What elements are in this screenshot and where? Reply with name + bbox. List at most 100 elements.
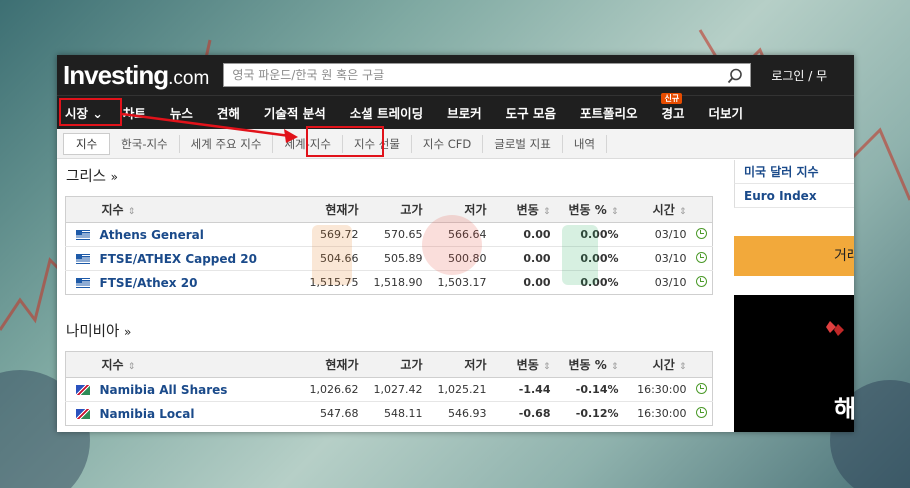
clock-icon — [695, 275, 707, 287]
cell-low: 566.64 — [426, 222, 491, 247]
greece-flag-icon — [75, 254, 90, 264]
raquo-glyph: » — [123, 325, 132, 339]
nav-item-alerts-label: 경고 — [661, 106, 685, 121]
index-name-link[interactable]: Namibia Local — [100, 407, 195, 421]
header-change[interactable]: 변동 ⇕ — [490, 351, 555, 378]
nav-item-portfolio[interactable]: 포트폴리오 — [568, 103, 650, 122]
cell-last: 547.68 — [320, 407, 359, 420]
index-name-link[interactable]: Athens General — [100, 228, 204, 242]
search-box[interactable] — [223, 63, 752, 87]
subnav-korea-indices[interactable]: 한국-지수 — [110, 134, 180, 153]
search-icon[interactable] — [726, 67, 744, 85]
header-high[interactable]: 고가 — [362, 351, 427, 378]
cell-last: 569.72 — [288, 222, 363, 247]
nav-item-more[interactable]: 더보기 — [697, 103, 756, 122]
namibia-flag-icon — [75, 409, 90, 419]
index-table-greece: 지수 ⇕ 현재가 고가 저가 변동 ⇕ 변동 % ⇕ 시간 ⇕ Athens G… — [65, 196, 713, 295]
header-high[interactable]: 고가 — [362, 196, 427, 223]
header-clock-cell — [690, 351, 713, 378]
header-change[interactable]: 변동 ⇕ — [490, 196, 555, 223]
subnav-global-indicators[interactable]: 글로벌 지표 — [483, 134, 563, 153]
login-link[interactable]: 로그인 / 무 — [771, 67, 827, 84]
section-title-namibia-text: 나미비아 — [66, 324, 120, 340]
table-row: Athens General 569.72 570.65 566.64 0.00… — [65, 222, 713, 247]
cell-high: 548.11 — [384, 407, 423, 420]
sidebar-link-euro-index[interactable]: Euro Index — [734, 184, 854, 208]
index-name-link[interactable]: Namibia All Shares — [100, 383, 228, 397]
cell-high: 1,518.90 — [373, 276, 423, 289]
header-last[interactable]: 현재가 — [288, 196, 363, 223]
clock-icon — [695, 382, 707, 394]
table-row: FTSE/ATHEX Capped 20 504.66 505.89 500.8… — [65, 246, 713, 271]
nav-item-broker[interactable]: 브로커 — [435, 103, 494, 122]
nav-item-technical-analysis[interactable]: 기술적 분석 — [252, 103, 338, 122]
subnav-indices[interactable]: 지수 — [63, 132, 111, 155]
header-low[interactable]: 저가 — [426, 196, 491, 223]
sort-icon[interactable]: ⇕ — [543, 207, 551, 217]
header-time[interactable]: 시간 ⇕ — [622, 351, 691, 378]
cell-change: 0.00 — [490, 222, 555, 247]
sort-icon[interactable]: ⇕ — [611, 362, 619, 372]
greece-flag-icon — [75, 278, 90, 288]
header-name[interactable]: 지수 ⇕ — [99, 196, 289, 223]
clock-icon — [695, 406, 707, 418]
search-input[interactable] — [232, 68, 723, 82]
cell-low: 1,503.17 — [437, 276, 487, 289]
subnav-major-world-indices[interactable]: 세계 주요 지수 — [180, 134, 274, 153]
section-title-greece[interactable]: 그리스 » — [66, 165, 118, 186]
nav-item-alerts[interactable]: 신규 경고 — [649, 93, 696, 122]
cell-last: 1,026.62 — [288, 377, 363, 402]
nav-item-social-trading[interactable]: 소셜 트레이딩 — [338, 103, 435, 122]
header-flag-cell — [65, 196, 100, 223]
sort-icon[interactable]: ⇕ — [679, 362, 687, 372]
header-low[interactable]: 저가 — [426, 351, 491, 378]
sort-icon[interactable]: ⇕ — [611, 207, 619, 217]
raquo-glyph: » — [110, 170, 118, 184]
sidebar-link-us-dollar-index[interactable]: 미국 달러 지수 — [734, 160, 854, 184]
sort-icon[interactable]: ⇕ — [128, 362, 136, 372]
header-name[interactable]: 지수 ⇕ — [99, 351, 289, 378]
cell-change-pct: 0.00% — [580, 276, 619, 289]
section-title-namibia[interactable]: 나미비아 » — [66, 320, 131, 341]
cell-high: 505.89 — [362, 246, 427, 271]
table-row: Namibia Local 547.68 548.11 546.93 -0.68… — [66, 402, 713, 426]
new-badge: 신규 — [661, 93, 683, 104]
logo-suffix-text: .com — [168, 67, 210, 89]
header-change-pct[interactable]: 변동 % ⇕ — [554, 196, 623, 223]
sort-icon[interactable]: ⇕ — [679, 207, 687, 217]
top-bar: Investing.com 로그인 / 무 — [57, 55, 854, 95]
header-last[interactable]: 현재가 — [288, 351, 363, 378]
highlight-box-market — [59, 98, 122, 126]
cell-change-pct: 0.00% — [554, 246, 623, 271]
investing-logo[interactable]: Investing.com — [63, 60, 209, 91]
ad-text: 해 — [834, 395, 854, 423]
cell-low: 500.80 — [426, 246, 491, 271]
header-time[interactable]: 시간 ⇕ — [622, 196, 691, 223]
subnav-index-cfd[interactable]: 지수 CFD — [412, 134, 484, 153]
cell-low: 1,025.21 — [426, 377, 491, 402]
nav-item-tools[interactable]: 도구 모음 — [494, 103, 568, 122]
cell-change-pct: -0.12% — [575, 407, 619, 420]
clock-icon — [695, 251, 707, 263]
header-change-pct[interactable]: 변동 % ⇕ — [554, 351, 623, 378]
cell-high: 570.65 — [362, 222, 427, 247]
advertisement-banner[interactable]: 해 — [734, 295, 854, 432]
cell-high: 1,027.42 — [362, 377, 427, 402]
sort-icon[interactable]: ⇕ — [543, 362, 551, 372]
browser-window: Investing.com 로그인 / 무 시장 ⌄ 차트 뉴스 견해 기술적 … — [57, 55, 854, 432]
cell-time: 03/10 — [622, 222, 691, 247]
subnav-history[interactable]: 내역 — [563, 134, 607, 153]
nav-item-opinion[interactable]: 견해 — [205, 103, 252, 122]
cell-time: 03/10 — [622, 246, 691, 271]
nav-item-news[interactable]: 뉴스 — [158, 103, 205, 122]
greece-flag-icon — [75, 230, 90, 240]
table-row: FTSE/Athex 20 1,515.75 1,518.90 1,503.17… — [66, 271, 713, 295]
sort-icon[interactable]: ⇕ — [128, 207, 136, 217]
cell-change: -1.44 — [490, 377, 555, 402]
index-name-link[interactable]: FTSE/ATHEX Capped 20 — [100, 252, 258, 266]
cell-time: 16:30:00 — [622, 377, 691, 402]
trade-button[interactable]: 거래 — [734, 236, 854, 276]
index-name-link[interactable]: FTSE/Athex 20 — [100, 276, 198, 290]
cell-last: 1,515.75 — [309, 276, 359, 289]
namibia-flag-icon — [75, 385, 90, 395]
